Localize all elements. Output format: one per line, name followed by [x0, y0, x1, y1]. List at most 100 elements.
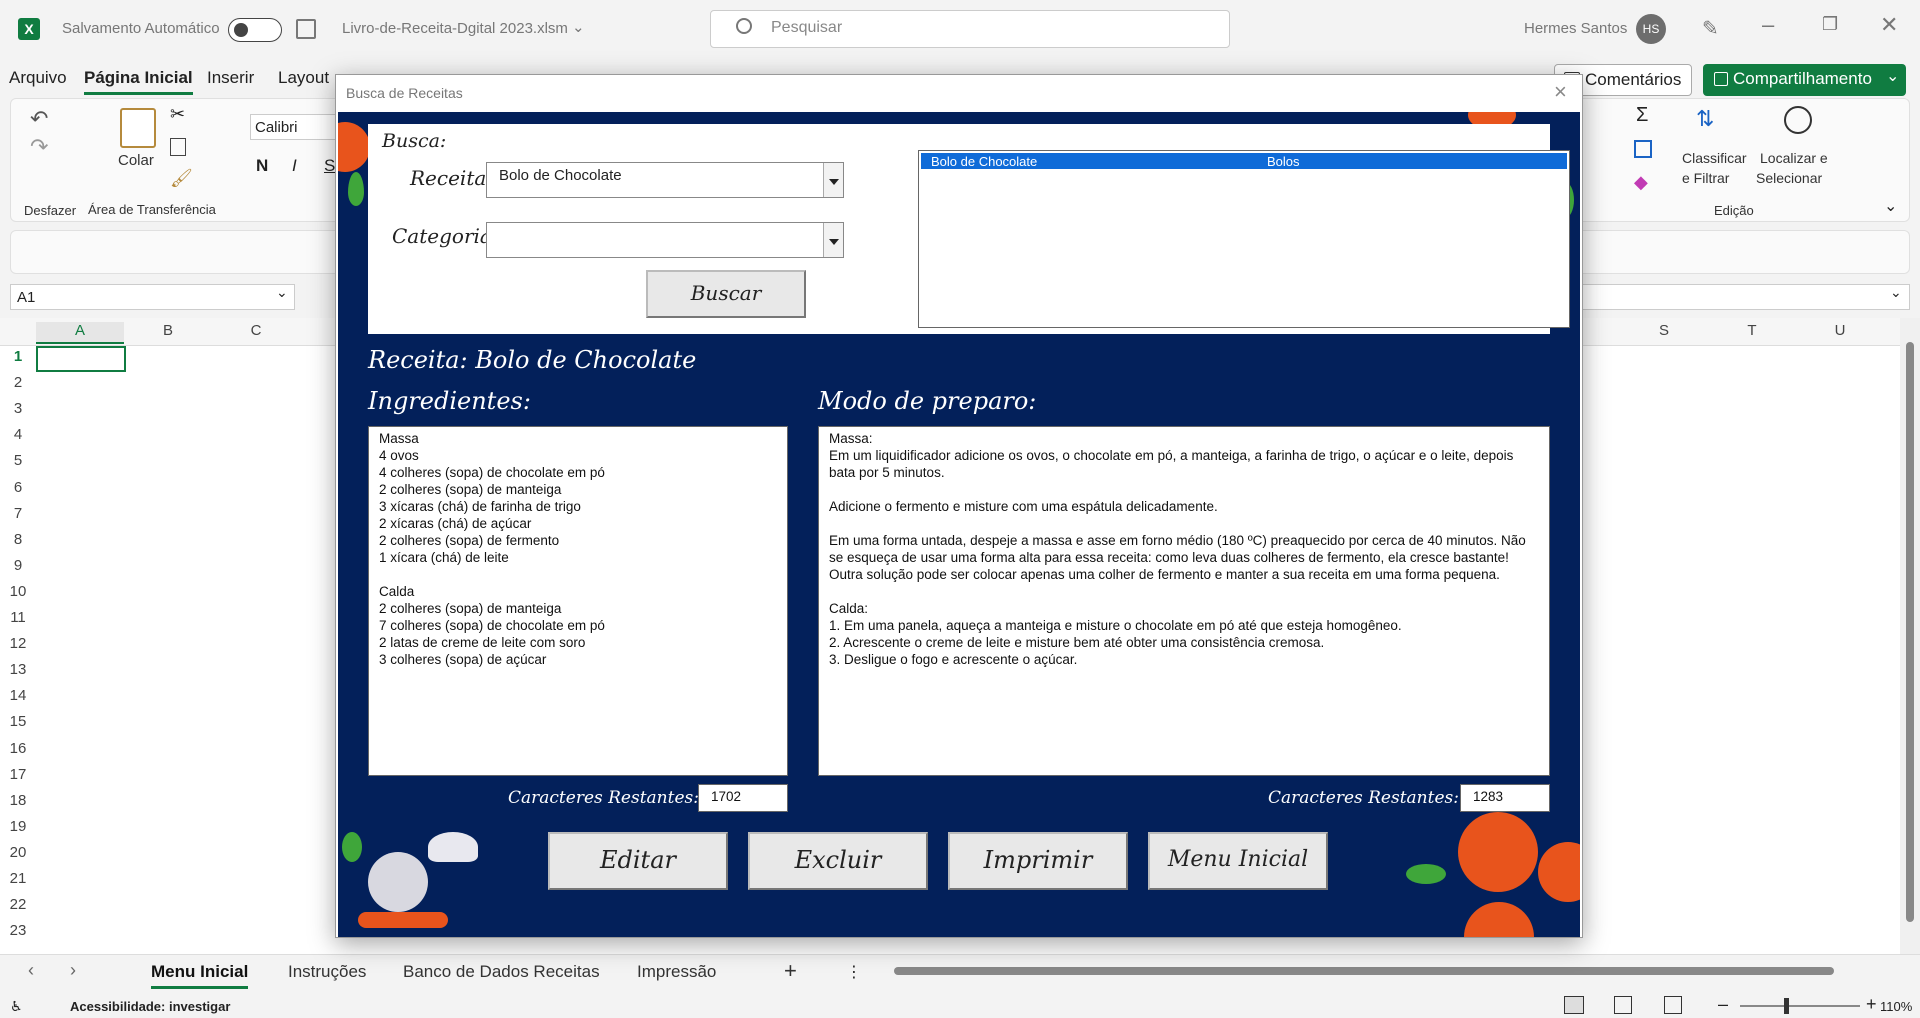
tab-instrucoes[interactable]: Instruções: [288, 962, 366, 982]
chevron-down-icon[interactable]: [823, 223, 843, 257]
chevron-down-icon[interactable]: ⌄: [1890, 284, 1902, 301]
chevron-down-icon[interactable]: ⌄: [276, 284, 288, 301]
row-header[interactable]: 23: [0, 922, 36, 939]
add-sheet-button[interactable]: +: [784, 958, 797, 984]
row-header[interactable]: 21: [0, 870, 36, 887]
sort-filter-icon[interactable]: ⇅: [1696, 106, 1714, 132]
cut-icon[interactable]: ✂: [170, 104, 185, 125]
edit-button[interactable]: Editar: [548, 832, 728, 890]
accessibility-icon[interactable]: ♿: [10, 998, 23, 1015]
row-header[interactable]: 2: [0, 374, 36, 391]
italic-button[interactable]: I: [292, 156, 297, 176]
row-header[interactable]: 19: [0, 818, 36, 835]
category-combobox[interactable]: [486, 222, 844, 258]
row-header[interactable]: 13: [0, 661, 36, 678]
chevron-left-icon[interactable]: ‹: [28, 960, 34, 981]
zoom-level[interactable]: 110%: [1880, 999, 1912, 1014]
find-icon[interactable]: [1784, 106, 1812, 134]
more-icon[interactable]: ⋮: [846, 962, 862, 982]
avatar[interactable]: HS: [1636, 14, 1666, 44]
row-header[interactable]: 10: [0, 583, 36, 600]
chevron-down-icon[interactable]: [823, 163, 843, 197]
tab-banco-de-dados[interactable]: Banco de Dados Receitas: [403, 962, 600, 982]
column-header[interactable]: S: [1620, 322, 1708, 344]
name-box[interactable]: A1: [10, 284, 295, 310]
row-header[interactable]: 6: [0, 479, 36, 496]
preparation-textarea[interactable]: Massa: Em um liquidificador adicione os …: [818, 426, 1550, 776]
file-name[interactable]: Livro-de-Receita-Dgital 2023.xlsm: [342, 20, 568, 37]
column-header[interactable]: B: [124, 322, 212, 344]
find-select-button[interactable]: Localizar e: [1760, 150, 1828, 166]
zoom-slider[interactable]: [1740, 998, 1860, 1014]
column-header[interactable]: A: [36, 322, 124, 344]
print-button[interactable]: Imprimir: [948, 832, 1128, 890]
menu-layout[interactable]: Layout: [278, 68, 329, 88]
zoom-slider-thumb[interactable]: [1784, 998, 1789, 1014]
chevron-right-icon[interactable]: ›: [70, 960, 76, 981]
row-header[interactable]: 14: [0, 687, 36, 704]
vertical-scrollbar[interactable]: [1900, 318, 1920, 954]
row-header[interactable]: 7: [0, 505, 36, 522]
search-button[interactable]: Buscar: [646, 270, 806, 318]
save-icon[interactable]: [296, 19, 316, 39]
row-header[interactable]: 16: [0, 740, 36, 757]
pen-icon[interactable]: ✎: [1702, 16, 1719, 41]
underline-button[interactable]: S: [324, 156, 335, 176]
horizontal-scrollbar[interactable]: [880, 964, 1890, 978]
menu-arquivo[interactable]: Arquivo: [9, 68, 67, 88]
row-header[interactable]: 12: [0, 635, 36, 652]
zoom-in-icon[interactable]: +: [1866, 994, 1877, 1015]
zoom-out-icon[interactable]: –: [1718, 994, 1728, 1015]
format-painter-icon[interactable]: 🖌: [170, 168, 193, 189]
fill-icon[interactable]: [1634, 140, 1652, 158]
sort-filter-button-line2[interactable]: e Filtrar: [1682, 170, 1729, 186]
copy-icon[interactable]: [170, 138, 186, 156]
ribbon-collapse-icon[interactable]: ⌄: [1884, 196, 1897, 216]
accessibility-status[interactable]: Acessibilidade: investigar: [70, 999, 230, 1014]
row-header[interactable]: 8: [0, 531, 36, 548]
page-layout-icon[interactable]: [1614, 996, 1632, 1014]
row-header[interactable]: 5: [0, 452, 36, 469]
main-menu-button[interactable]: Menu Inicial: [1148, 832, 1328, 890]
column-header[interactable]: T: [1708, 322, 1796, 344]
row-header[interactable]: 4: [0, 426, 36, 443]
results-listbox[interactable]: Bolo de Chocolate Bolos: [918, 150, 1570, 328]
search-input[interactable]: Pesquisar: [710, 10, 1230, 48]
redo-icon[interactable]: ↷: [30, 134, 48, 160]
close-icon[interactable]: ✕: [1880, 12, 1898, 38]
column-header[interactable]: C: [212, 322, 300, 344]
row-header[interactable]: 15: [0, 713, 36, 730]
row-header[interactable]: 3: [0, 400, 36, 417]
normal-view-icon[interactable]: [1564, 996, 1584, 1014]
autosave-toggle[interactable]: [228, 18, 282, 42]
chevron-down-icon[interactable]: ⌄: [572, 18, 585, 36]
formula-input[interactable]: [1580, 284, 1910, 310]
row-header[interactable]: 18: [0, 792, 36, 809]
share-button[interactable]: Compartilhamento: [1703, 64, 1906, 96]
ingredients-textarea[interactable]: Massa 4 ovos 4 colheres (sopa) de chocol…: [368, 426, 788, 776]
paste-button[interactable]: Colar: [118, 152, 154, 169]
delete-button[interactable]: Excluir: [748, 832, 928, 890]
minimize-icon[interactable]: –: [1762, 12, 1774, 38]
bold-button[interactable]: N: [256, 156, 268, 176]
row-header[interactable]: 11: [0, 609, 36, 626]
row-header[interactable]: 1: [0, 348, 36, 365]
paste-icon[interactable]: [120, 108, 156, 148]
scroll-thumb[interactable]: [894, 967, 1834, 975]
menu-pagina-inicial[interactable]: Página Inicial: [84, 68, 193, 95]
column-header[interactable]: U: [1796, 322, 1884, 344]
row-header[interactable]: 9: [0, 557, 36, 574]
autosum-icon[interactable]: Σ: [1636, 104, 1648, 127]
row-header[interactable]: 22: [0, 896, 36, 913]
find-select-button-line2[interactable]: Selecionar: [1756, 170, 1822, 186]
row-header[interactable]: 17: [0, 766, 36, 783]
menu-inserir[interactable]: Inserir: [207, 68, 254, 88]
scroll-thumb[interactable]: [1906, 342, 1914, 922]
clear-icon[interactable]: ◆: [1634, 172, 1648, 193]
dialog-close-icon[interactable]: ×: [1554, 79, 1567, 105]
results-row-selected[interactable]: Bolo de Chocolate Bolos: [921, 153, 1567, 169]
row-header[interactable]: 20: [0, 844, 36, 861]
selected-cell[interactable]: [36, 346, 126, 372]
page-break-icon[interactable]: [1664, 996, 1682, 1014]
sort-filter-button[interactable]: Classificar: [1682, 150, 1747, 166]
